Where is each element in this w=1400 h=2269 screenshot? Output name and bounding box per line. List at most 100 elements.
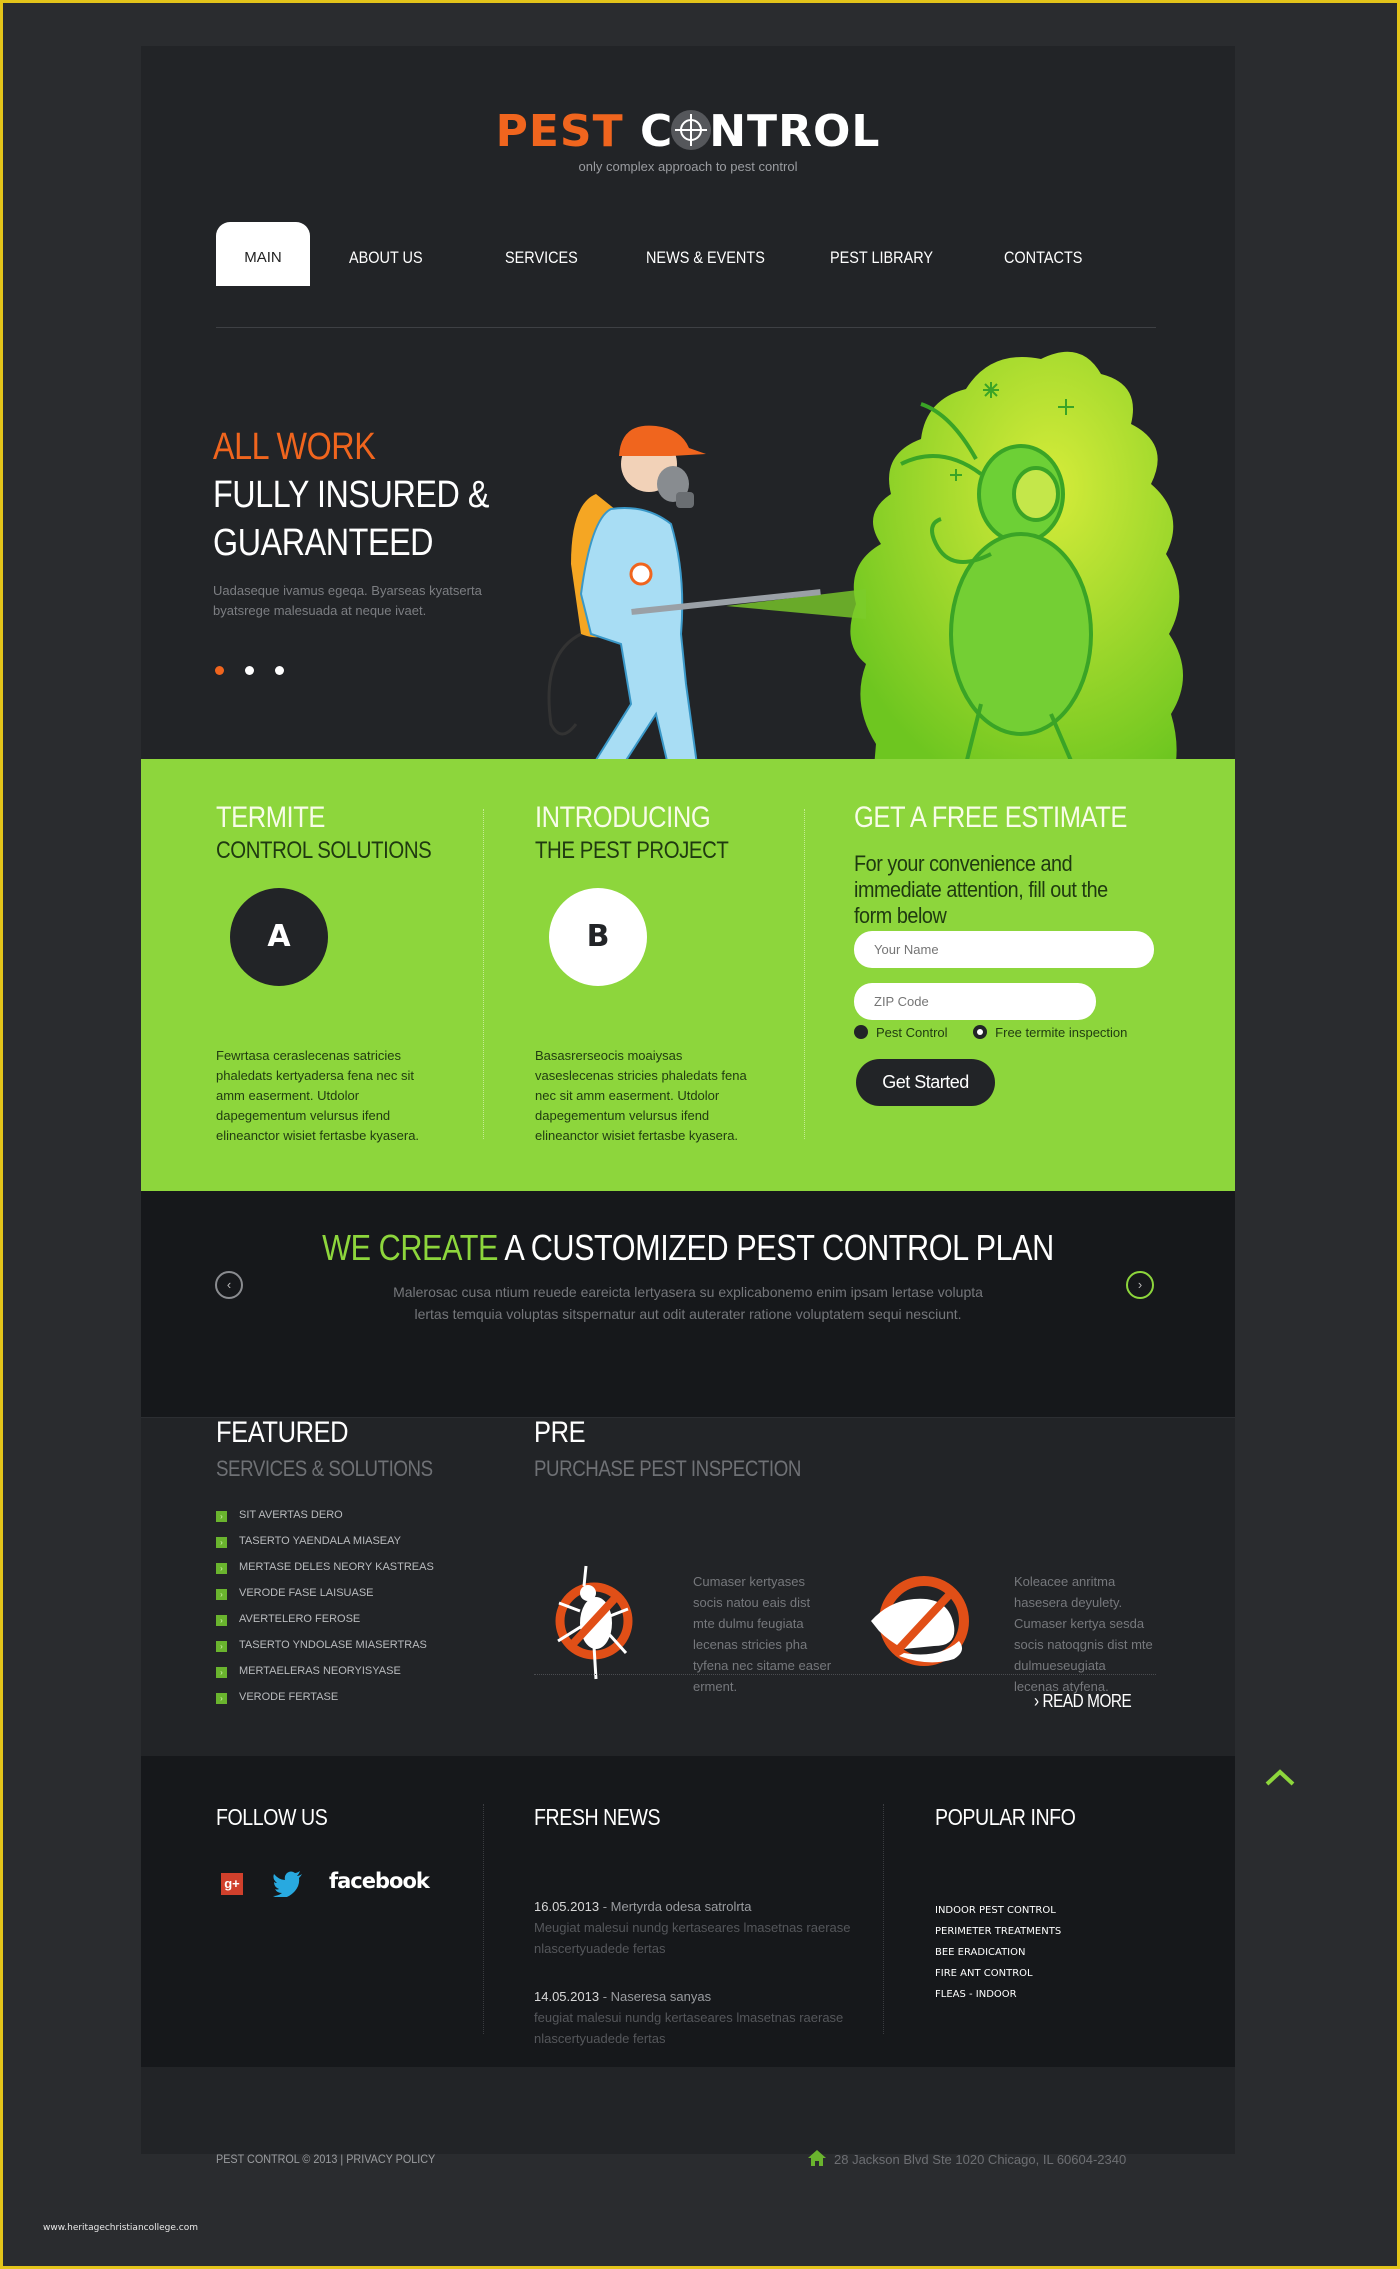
chevron-right-icon: › [1034,1691,1043,1711]
logo-control: NTROL [709,106,881,157]
chevron-right-icon: › [216,1693,227,1704]
popular-link[interactable]: FIRE ANT CONTROL [935,1968,1061,1989]
hero-heading-line3: GUARANTEED [213,522,434,564]
popular-link[interactable]: PERIMETER TREATMENTS [935,1926,1061,1947]
nav-pest-library[interactable]: PEST LIBRARY [830,222,933,286]
hero-illustration [547,351,1184,803]
popular-info-list: INDOOR PEST CONTROL PERIMETER TREATMENTS… [935,1905,1061,2010]
exterminator-character [547,425,821,803]
hero-text: Uadaseque ivamus egeqa. Byarseas kyatser… [213,583,482,618]
chevron-right-icon: › [216,1641,227,1652]
read-more-link[interactable]: › READ MORE [1034,1691,1132,1712]
radio-pest-control[interactable] [854,1025,868,1039]
popular-link[interactable]: FLEAS - INDOOR [935,1989,1061,2010]
zip-input[interactable] [854,983,1096,1020]
nav-about-us[interactable]: ABOUT US [349,222,423,286]
feature-title: TERMITE [216,801,325,834]
estimate-title: GET A FREE ESTIMATE [854,801,1127,834]
estimate-text: For your convenience and immediate atten… [854,851,1108,928]
divider [534,1674,1156,1675]
radio-termite-inspection-label: Free termite inspection [995,1025,1128,1040]
prev-arrow-button[interactable]: ‹ [215,1271,243,1299]
badge-b: B [549,888,647,986]
logo-pest: PEST [495,106,624,157]
google-plus-icon[interactable]: g+ [221,1873,243,1895]
chevron-right-icon: › [216,1563,227,1574]
slider-dot-1[interactable] [215,666,224,675]
chevron-right-icon: › [216,1667,227,1678]
tagline: only complex approach to pest control [578,159,798,174]
features-band: TERMITE CONTROL SOLUTIONS A Fewrtasa cer… [141,759,1235,1191]
plan-title: WE CREATE A CUSTOMIZED PEST CONTROL PLAN [223,1227,1153,1269]
no-rat-icon [871,1576,969,1666]
nav-news-events[interactable]: NEWS & EVENTS [646,222,765,286]
pre-subtitle: PURCHASE PEST INSPECTION [534,1456,801,1481]
name-input[interactable] [854,931,1154,968]
slider-dot-3[interactable] [275,666,284,675]
copyright[interactable]: PEST CONTROL © 2013 | PRIVACY POLICY [216,2152,435,2166]
popular-info-title: POPULAR INFO [935,1804,1076,1830]
popular-link[interactable]: INDOOR PEST CONTROL [935,1905,1061,1926]
news-item[interactable]: 16.05.2013 - Mertyrda odesa satrolrta Me… [534,1896,854,1959]
list-item-label: TASERTO YAENDALA MIASEAY [239,1535,402,1547]
chevron-right-icon: › [216,1589,227,1600]
list-item[interactable]: › MERTAELERAS NEORYISYASE [216,1665,434,1691]
news-item[interactable]: 14.05.2013 - Naseresa sanyas feugiat mal… [534,1986,854,2049]
column-divider [483,1804,484,2034]
radio-pest-control-label: Pest Control [876,1025,948,1040]
list-item[interactable]: › TASERTO YNDOLASE MIASERTRAS [216,1639,434,1665]
plan-title-accent: WE CREATE [322,1227,498,1268]
news-title: - Naseresa sanyas [599,1989,712,2004]
hero-heading-line2: FULLY INSURED & [213,474,490,516]
news-text: Meugiat malesui nundg kertaseares lmaset… [534,1920,851,1956]
feature-text: Fewrtasa ceraslecenas satricies phaledat… [216,1048,420,1143]
logo[interactable]: PEST C NTROL [141,106,1235,157]
nav-main[interactable]: MAIN [216,222,310,286]
address: 28 Jackson Blvd Ste 1020 Chicago, IL 606… [808,2150,1126,2167]
page-container: PEST C NTROL only complex approach to pes… [141,46,1235,2167]
logo-c: C [639,106,674,157]
plan-title-main: A CUSTOMIZED PEST CONTROL PLAN [497,1227,1054,1268]
facebook-link[interactable]: facebook [329,1869,430,1893]
list-item[interactable]: › VERODE FERTASE [216,1691,434,1717]
estimate-form: GET A FREE ESTIMATE For your convenience… [854,759,1164,1191]
list-item[interactable]: › VERODE FASE LAISUASE [216,1587,434,1613]
list-item-label: VERODE FERTASE [239,1691,339,1703]
nav-contacts[interactable]: CONTACTS [1004,222,1082,286]
watermark: www.heritagechristiancollege.com [43,2223,198,2233]
pre-text-1: Cumaser kertyases socis natou eais dist … [693,1574,832,1694]
read-more-label: READ MORE [1042,1691,1132,1711]
list-item[interactable]: › SIT AVERTAS DERO [216,1509,434,1535]
list-item-label: VERODE FASE LAISUASE [239,1587,374,1599]
twitter-icon[interactable] [273,1871,303,1897]
next-arrow-button[interactable]: › [1126,1271,1154,1299]
scroll-to-top-icon[interactable] [1264,1768,1296,1788]
list-item-label: AVERTELERO FEROSE [239,1613,361,1625]
plan-band: WE CREATE A CUSTOMIZED PEST CONTROL PLAN… [141,1191,1235,1418]
list-item-label: SIT AVERTAS DERO [239,1509,343,1521]
feature-card-pest-project: INTRODUCING THE PEST PROJECT B Basasrers… [535,759,775,1191]
feature-text: Basasrerseocis moaiysas vaseslecenas str… [535,1048,747,1143]
list-item-label: MERTAELERAS NEORYISYASE [239,1665,401,1677]
list-item[interactable]: › TASERTO YAENDALA MIASEAY [216,1535,434,1561]
pre-text-2: Koleacee anritma hasesera deyulety. Cuma… [1014,1574,1153,1694]
list-item[interactable]: › MERTASE DELES NEORY KASTREAS [216,1561,434,1587]
hero-heading-accent: ALL WORK [213,426,376,468]
list-item[interactable]: › AVERTELERO FEROSE [216,1613,434,1639]
popular-link[interactable]: BEE ERADICATION [935,1947,1061,1968]
no-bug-icon [555,1565,633,1680]
pre-title: PRE [534,1416,586,1449]
slider-dot-2[interactable] [245,666,254,675]
get-started-button[interactable]: Get Started [856,1059,995,1106]
news-text: feugiat malesui nundg kertaseares lmaset… [534,2010,844,2046]
list-item-label: MERTASE DELES NEORY KASTREAS [239,1561,434,1573]
nav-services[interactable]: SERVICES [505,222,578,286]
hero-heading: FULLY INSURED & GUARANTEED [213,471,489,567]
chevron-right-icon: › [216,1511,227,1522]
main-nav: MAIN ABOUT US SERVICES NEWS & EVENTS PES… [216,222,1156,328]
fresh-news-title: FRESH NEWS [534,1804,661,1830]
radio-termite-inspection[interactable] [973,1025,988,1039]
feature-subtitle: CONTROL SOLUTIONS [216,837,432,864]
chevron-right-icon: › [216,1615,227,1626]
follow-us-title: FOLLOW US [216,1804,328,1830]
